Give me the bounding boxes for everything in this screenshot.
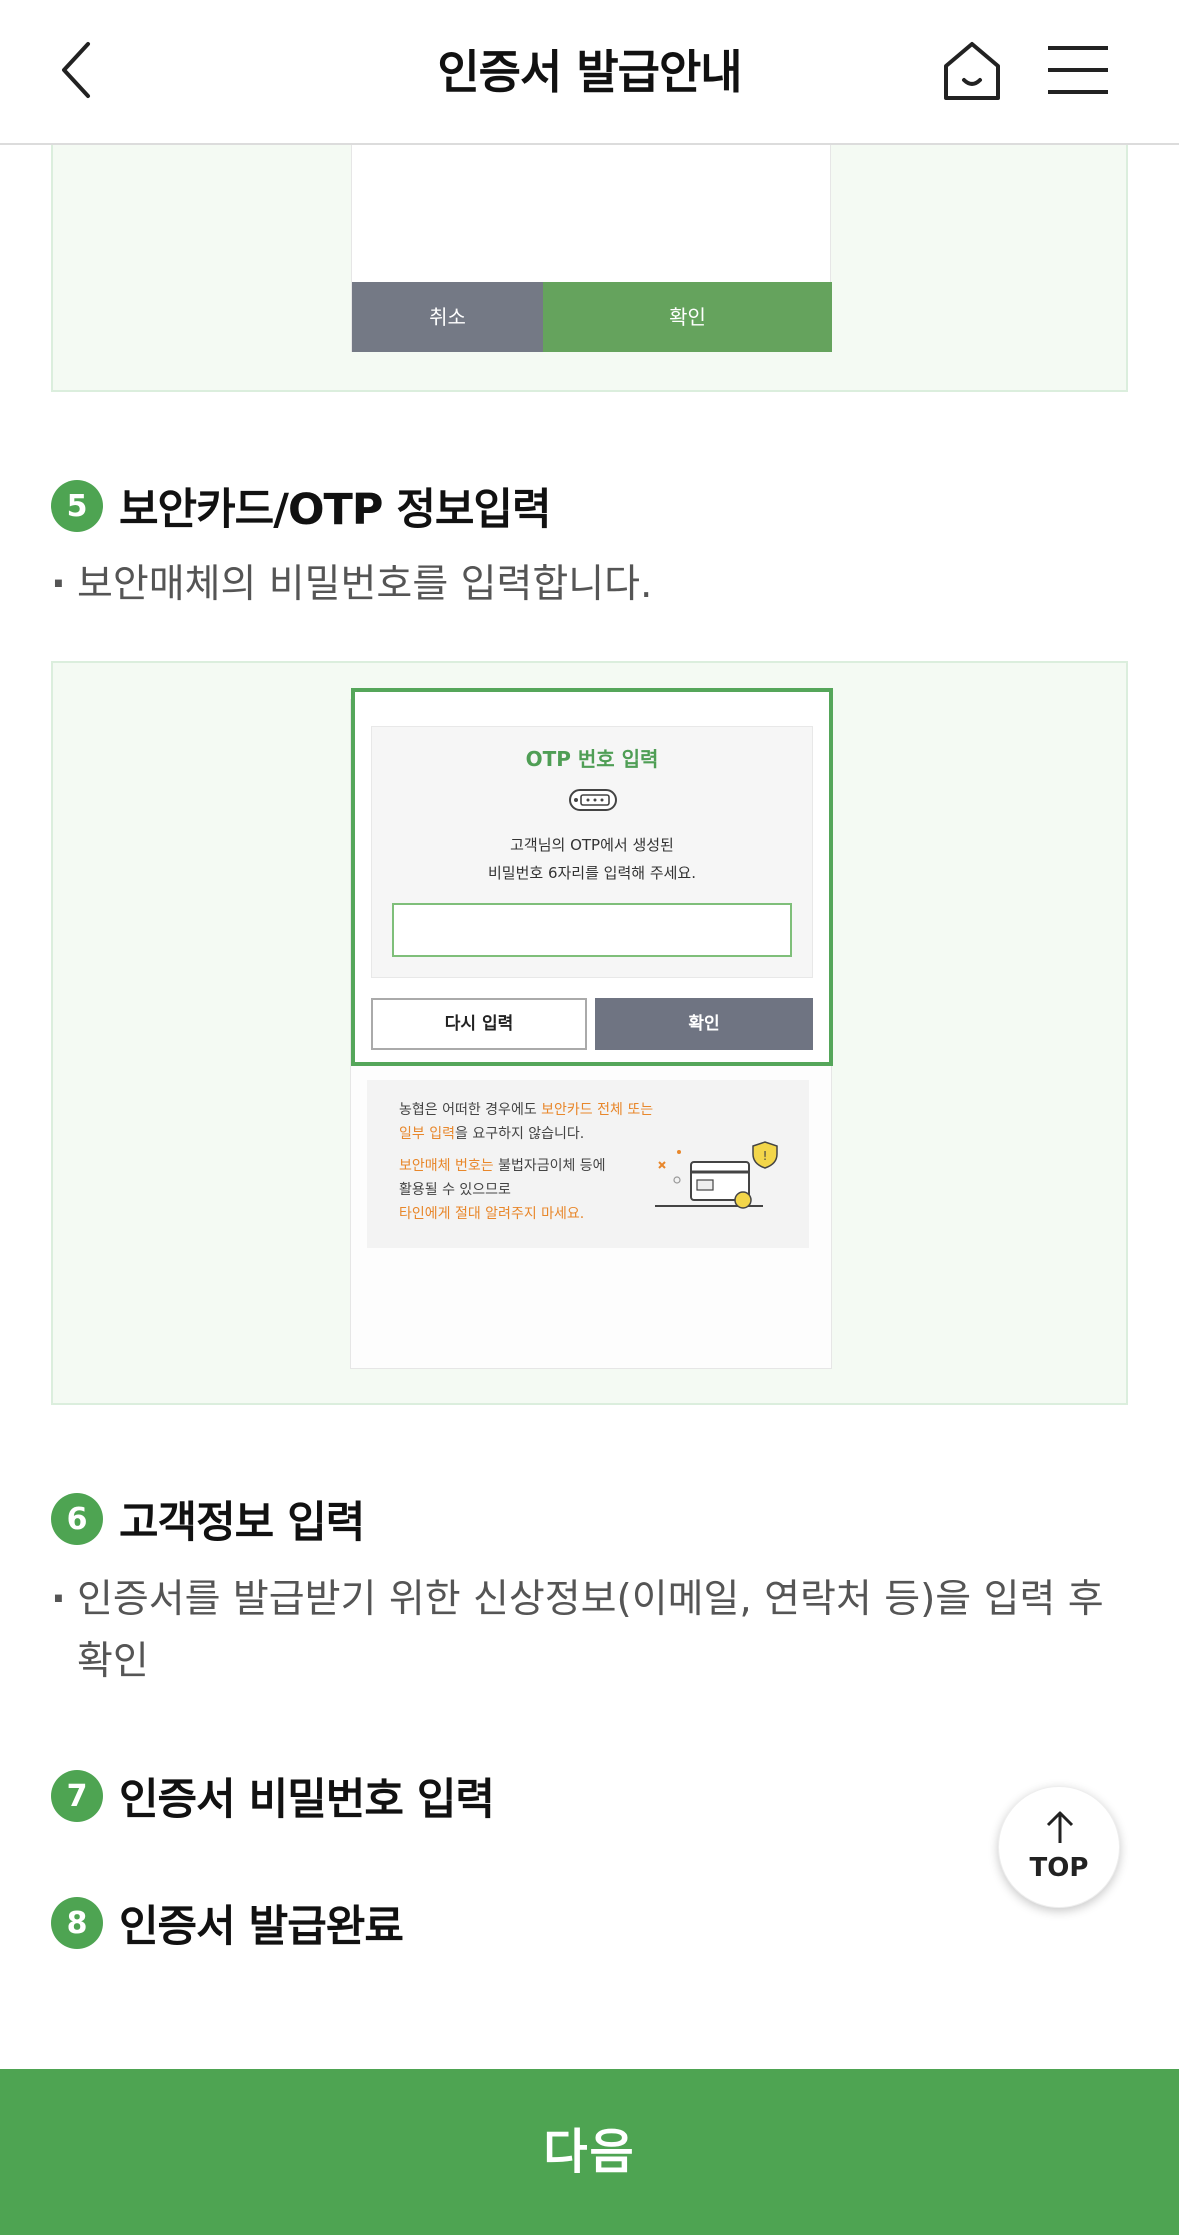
step-8-heading: 8 인증서 발급완료 [51, 1892, 404, 1954]
home-button[interactable] [940, 36, 1004, 106]
step-7-heading: 7 인증서 비밀번호 입력 [51, 1765, 495, 1827]
menu-button[interactable] [1046, 42, 1110, 98]
scroll-to-top-button[interactable]: TOP [998, 1786, 1120, 1908]
step-title: 인증서 비밀번호 입력 [119, 1775, 495, 1825]
illustration-confirm-dialog: 취소 확인 [51, 142, 1128, 392]
step-5-description: 보안매체의 비밀번호를 입력합니다. [51, 554, 1141, 616]
phone-mockup: OTP 번호 입력 고객님의 OTP에서 생성된 비밀번호 6자리를 입력해 주… [350, 688, 833, 1369]
step-6-description: 인증서를 발급받기 위한 신상정보(이메일, 연락처 등)을 입력 후 확인 [51, 1569, 1131, 1693]
step-number-badge: 5 [51, 480, 103, 532]
otp-dialog-title: OTP 번호 입력 [525, 747, 659, 771]
illustration-confirm-button: 확인 [543, 282, 832, 352]
home-icon [944, 42, 1000, 100]
step-6-heading: 6 고객정보 입력 [51, 1488, 365, 1550]
hamburger-menu-icon [1048, 46, 1108, 94]
next-button[interactable]: 다음 [0, 2069, 1179, 2235]
illustration-otp-input: OTP 번호 입력 고객님의 OTP에서 생성된 비밀번호 6자리를 입력해 주… [51, 661, 1128, 1405]
otp-instruction-line-2: 비밀번호 6자리를 입력해 주세요. [487, 864, 697, 882]
arrow-up-icon [1046, 1811, 1074, 1843]
security-card-illustration-icon: ! [655, 1141, 778, 1209]
illustration-confirm-button: 확인 [595, 998, 813, 1050]
security-notice: 농협은 어떠한 경우에도 보안카드 전체 또는 일부 입력을 요구하지 않습니다… [367, 1080, 809, 1248]
step-5-heading: 5 보안카드/OTP 정보입력 [51, 475, 552, 537]
step-title: 고객정보 입력 [119, 1498, 365, 1548]
step-title: 인증서 발급완료 [119, 1902, 404, 1952]
step-title: 보안카드/OTP 정보입력 [119, 485, 552, 535]
security-notice-text: 농협은 어떠한 경우에도 보안카드 전체 또는 일부 입력을 요구하지 않습니다… [399, 1102, 654, 1222]
step-number-badge: 6 [51, 1493, 103, 1545]
svg-text:!: ! [763, 1149, 768, 1163]
step-number-badge: 7 [51, 1770, 103, 1822]
illustration-cancel-button: 취소 [352, 282, 543, 352]
step-number-badge: 8 [51, 1897, 103, 1949]
otp-dialog-instruction: 고객님의 OTP에서 생성된 비밀번호 6자리를 입력해 주세요. [372, 831, 812, 887]
otp-dialog-frame: OTP 번호 입력 고객님의 OTP에서 생성된 비밀번호 6자리를 입력해 주… [351, 688, 833, 1066]
otp-instruction-line-1: 고객님의 OTP에서 생성된 [510, 836, 674, 854]
phone-mockup: 취소 확인 [351, 142, 832, 352]
app-header: 인증서 발급안내 [0, 0, 1179, 145]
otp-input-field [392, 903, 792, 957]
otp-device-icon [569, 789, 617, 811]
illustration-retry-button: 다시 입력 [371, 998, 587, 1050]
otp-dialog-body: OTP 번호 입력 고객님의 OTP에서 생성된 비밀번호 6자리를 입력해 주… [371, 726, 813, 978]
scroll-to-top-label: TOP [1029, 1853, 1089, 1883]
